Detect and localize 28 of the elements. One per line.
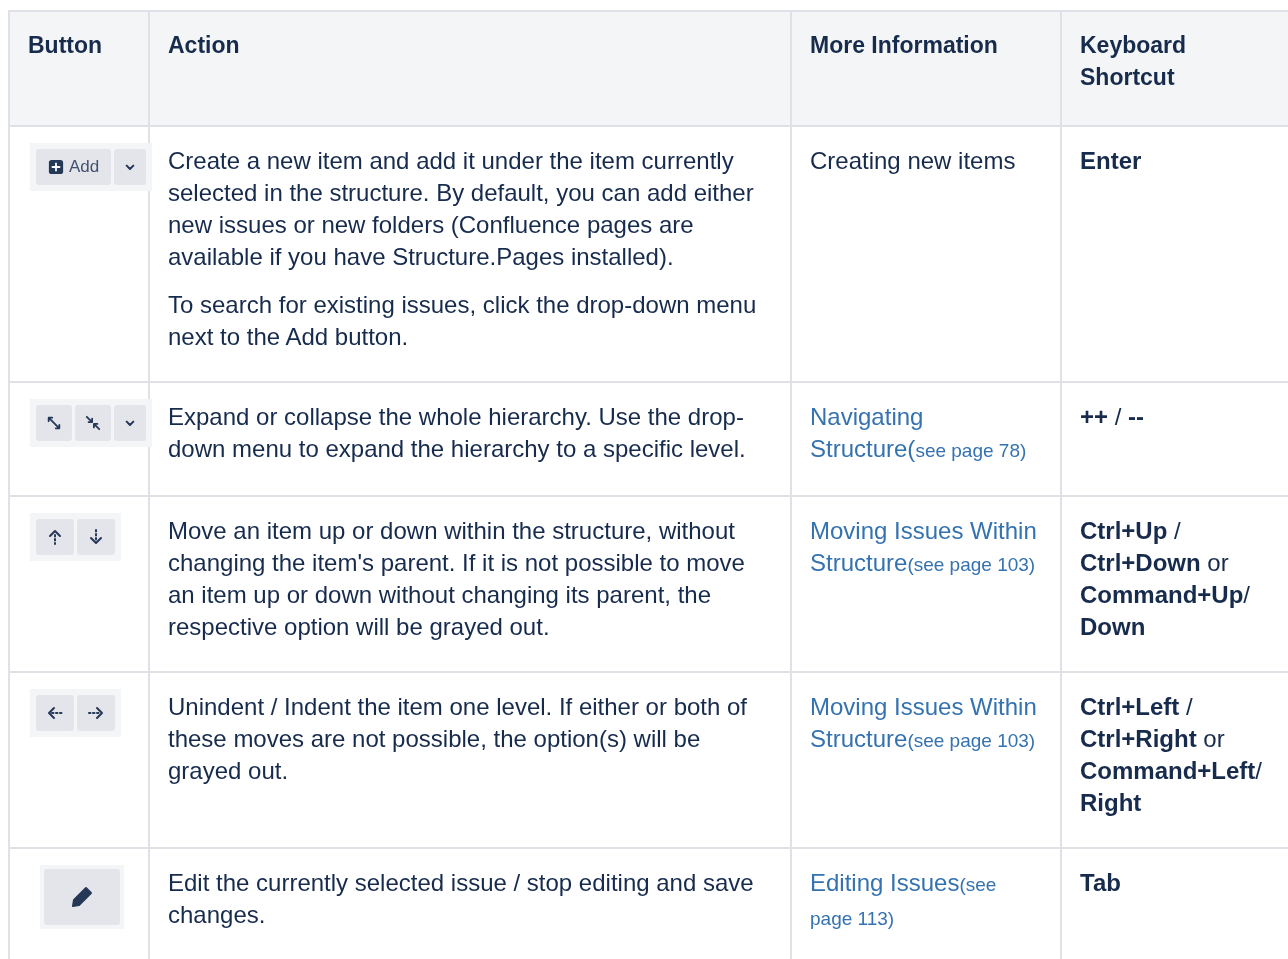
keyboard-shortcut: Ctrl+Up / Ctrl+Down or Command+Up/ Down	[1080, 516, 1252, 642]
dotted-down-arrow-icon	[87, 528, 105, 546]
toolbar-button[interactable]	[75, 405, 111, 441]
action-description: Expand or collapse the whole hierarchy. Use the drop-down menu to expand the hierarchy to a specific level.	[168, 402, 747, 464]
toolbar-button[interactable]: Add	[36, 149, 112, 185]
action-description: To search for existing issues, click the drop-down menu next to the Add button.	[168, 290, 758, 352]
pencil-icon	[70, 885, 94, 909]
action-description: Create a new item and add it under the item currently selected in the structure. By default, you can add either new issues or new folders (Confluence pages are available if you have Structure.Pages installed).	[168, 146, 755, 272]
keyboard-shortcut: ++ / --	[1080, 402, 1146, 432]
expand-arrows-icon	[46, 415, 62, 431]
toolbar-button[interactable]	[36, 519, 74, 555]
keyboard-shortcut: Enter	[1080, 146, 1143, 176]
action-description: Unindent / Indent the item one level. If either or both of these moves are not possible, the option(s) will be grayed out.	[168, 692, 749, 786]
plus-square-icon	[48, 159, 64, 175]
column-header: Keyboard Shortcut	[1061, 11, 1288, 126]
column-header: More Information	[791, 11, 1061, 126]
column-header: Action	[149, 11, 791, 126]
column-header: Button	[9, 11, 149, 126]
toolbar-button[interactable]	[77, 695, 115, 731]
toolbar-button[interactable]	[36, 695, 74, 731]
action-description: Move an item up or down within the structure, without changing the item's parent. If it is not possible to move an item up or down without changing its parent, the respective option will be grayed out.	[168, 516, 746, 642]
keyboard-shortcut: Ctrl+Left / Ctrl+Right or Command+Left/ Right	[1080, 692, 1264, 818]
action-description: Edit the currently selected issue / stop editing and save changes.	[168, 868, 755, 930]
info-text: Creating new items	[810, 147, 1016, 174]
toolbar-button[interactable]	[77, 519, 115, 555]
toolbar-button[interactable]	[36, 405, 72, 441]
collapse-arrows-icon	[85, 415, 101, 431]
keyboard-shortcut: Tab	[1080, 868, 1122, 898]
